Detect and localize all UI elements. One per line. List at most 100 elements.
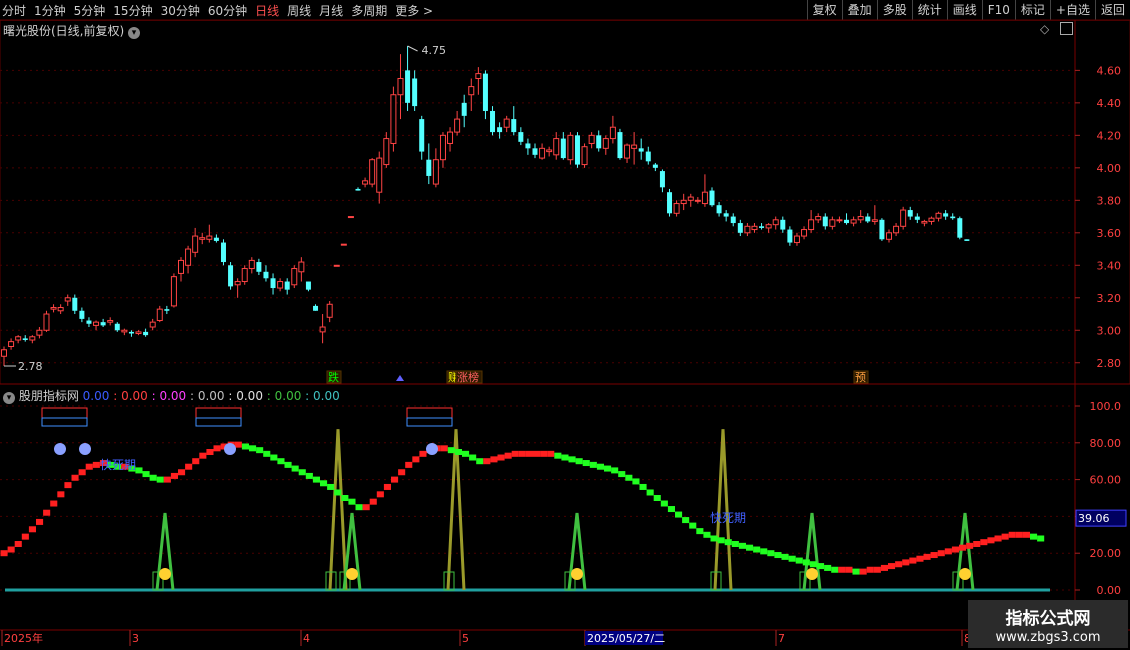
indicator-step [554, 452, 562, 459]
high-marker-line [407, 45, 418, 52]
indicator-step [21, 533, 29, 540]
indicator-step [582, 460, 590, 467]
candle-body [680, 199, 687, 205]
candle-body [355, 188, 361, 191]
chevron-down-icon[interactable]: ▾ [128, 27, 141, 39]
panel-toggle-icon[interactable] [1060, 22, 1073, 35]
candle-body [419, 119, 425, 152]
candle-body [659, 171, 665, 188]
indicator-step [802, 559, 810, 566]
candle-body [432, 159, 439, 185]
candle-body [234, 281, 241, 286]
signal-box-bottom [195, 417, 242, 427]
candle-body [107, 320, 114, 323]
indicator-step [178, 469, 186, 476]
indicator-step [611, 467, 619, 474]
candle-body [822, 216, 828, 227]
candle-body [687, 196, 694, 201]
indicator-step [838, 566, 846, 573]
candle-body [305, 281, 311, 290]
indicator-step [518, 450, 526, 457]
indicator-step [0, 550, 8, 557]
signal-box-top [406, 407, 453, 419]
indicator-step [746, 544, 754, 551]
current-value-label: 39.06 [1078, 512, 1110, 525]
candle-body [256, 262, 262, 272]
indicator-step [320, 480, 328, 487]
indicator-step [57, 491, 65, 498]
candle-body [588, 134, 595, 144]
indicator-step [305, 472, 313, 479]
candle-body [751, 225, 758, 231]
indicator-step [809, 561, 817, 568]
candle-body [602, 138, 609, 149]
diamond-icon[interactable]: ◇ [1040, 22, 1049, 36]
indicator-value: : 0.00 [147, 389, 187, 403]
candle-body [546, 149, 553, 153]
indicator-tick-label: 60.00 [1090, 474, 1122, 487]
candle-body [490, 110, 496, 133]
candle-body [1, 349, 7, 357]
candle-body [57, 307, 64, 312]
indicator-step [376, 491, 384, 498]
candle-body [15, 336, 22, 341]
indicator-step [234, 441, 242, 448]
indicator-step [852, 568, 860, 575]
candle-body [844, 219, 850, 224]
price-tick-label: 3.20 [1097, 292, 1122, 305]
indicator-step [568, 456, 576, 463]
candle-body [730, 216, 736, 224]
candle-body [475, 73, 482, 79]
indicator-step [596, 463, 604, 470]
candle-body [333, 264, 340, 267]
indicator-annotation: 快死期 [710, 511, 746, 525]
candle-body [93, 321, 100, 326]
signal-box-bottom [406, 417, 453, 427]
indicator-step [50, 500, 58, 507]
candle-body [405, 70, 411, 103]
candle-body [277, 281, 284, 289]
indicator-step [724, 539, 732, 546]
indicator-step [888, 563, 896, 570]
watermark: 指标公式网 www.zbgs3.com [968, 600, 1128, 648]
candle-body [248, 259, 255, 270]
candle-body [36, 329, 43, 336]
indicator-step [511, 450, 519, 457]
candle-body [362, 180, 369, 185]
indicator-step [497, 454, 505, 461]
low-price-label: 2.78 [18, 360, 43, 373]
candle-body [694, 199, 701, 202]
indicator-step [170, 472, 178, 479]
indicator-step [7, 546, 15, 553]
signal-box-bottom [41, 417, 88, 427]
stock-chart-canvas[interactable]: 4.60 4.40 4.20 4.00 3.80 3.60 3.40 3.20 3.00 2.80… [0, 0, 1130, 650]
indicator-step [1030, 533, 1038, 540]
indicator-step [185, 463, 193, 470]
indicator-step [78, 469, 86, 476]
candle-body [220, 242, 226, 263]
indicator-step [291, 465, 299, 472]
candle-body [935, 212, 942, 219]
candle-body [879, 219, 885, 240]
candle-body [518, 132, 524, 142]
indicator-step [533, 450, 541, 457]
indicator-step [483, 458, 491, 465]
candle-body [178, 259, 184, 274]
candle-body [624, 144, 631, 159]
candle-body [787, 229, 793, 243]
indicator-step [632, 478, 640, 485]
candle-body [928, 217, 935, 222]
indicator-step [589, 461, 597, 468]
time-axis-label: 5 [462, 632, 469, 645]
indicator-step [163, 476, 171, 483]
candle-body [319, 326, 326, 333]
chevron-down-icon[interactable]: ▾ [3, 392, 15, 404]
main-chart-title[interactable]: 曙光股份(日线,前复权) ▾ [3, 22, 141, 39]
indicator-step [831, 566, 839, 573]
indicator-step [1001, 533, 1009, 540]
indicator-value: : 0.00 [109, 389, 148, 403]
indicator-step [412, 456, 420, 463]
candle-body [135, 331, 142, 335]
price-tick-label: 3.00 [1097, 324, 1122, 337]
indicator-step [760, 548, 768, 555]
